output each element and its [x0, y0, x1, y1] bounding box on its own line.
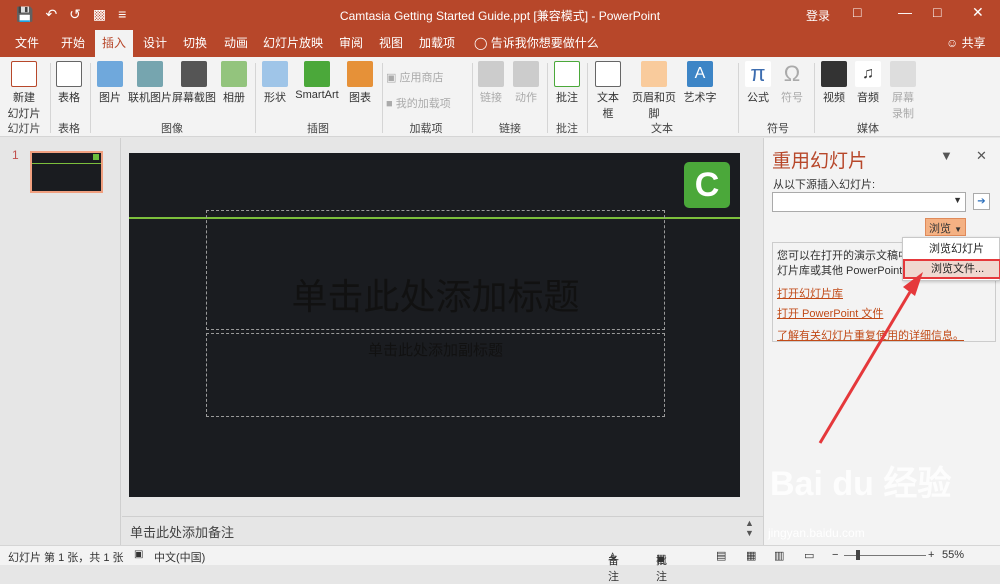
status-bar: 幻灯片 第 1 张，共 1 张 ▣ 中文(中国) ≜ 备注 ▣ 批注 ▤ ▦ ▥…: [0, 545, 1000, 583]
slide-info: 幻灯片 第 1 张，共 1 张: [8, 552, 124, 564]
language[interactable]: 中文(中国): [154, 549, 205, 565]
slideshow-icon[interactable]: ▭: [804, 549, 814, 562]
reading-view-icon[interactable]: ▥: [774, 549, 784, 562]
zoom-slider-thumb[interactable]: [856, 550, 860, 560]
spellcheck-icon[interactable]: ▣: [134, 549, 143, 560]
zoom-out-icon[interactable]: −: [832, 549, 838, 561]
baidu-watermark: Bai du 经验: [770, 465, 952, 503]
normal-view-icon[interactable]: ▤: [716, 549, 726, 562]
zoom-in-icon[interactable]: +: [928, 549, 934, 561]
sorter-view-icon[interactable]: ▦: [746, 549, 756, 562]
baidu-url: jingyan.baidu.com: [768, 526, 865, 540]
zoom-level[interactable]: 55%: [942, 549, 964, 561]
